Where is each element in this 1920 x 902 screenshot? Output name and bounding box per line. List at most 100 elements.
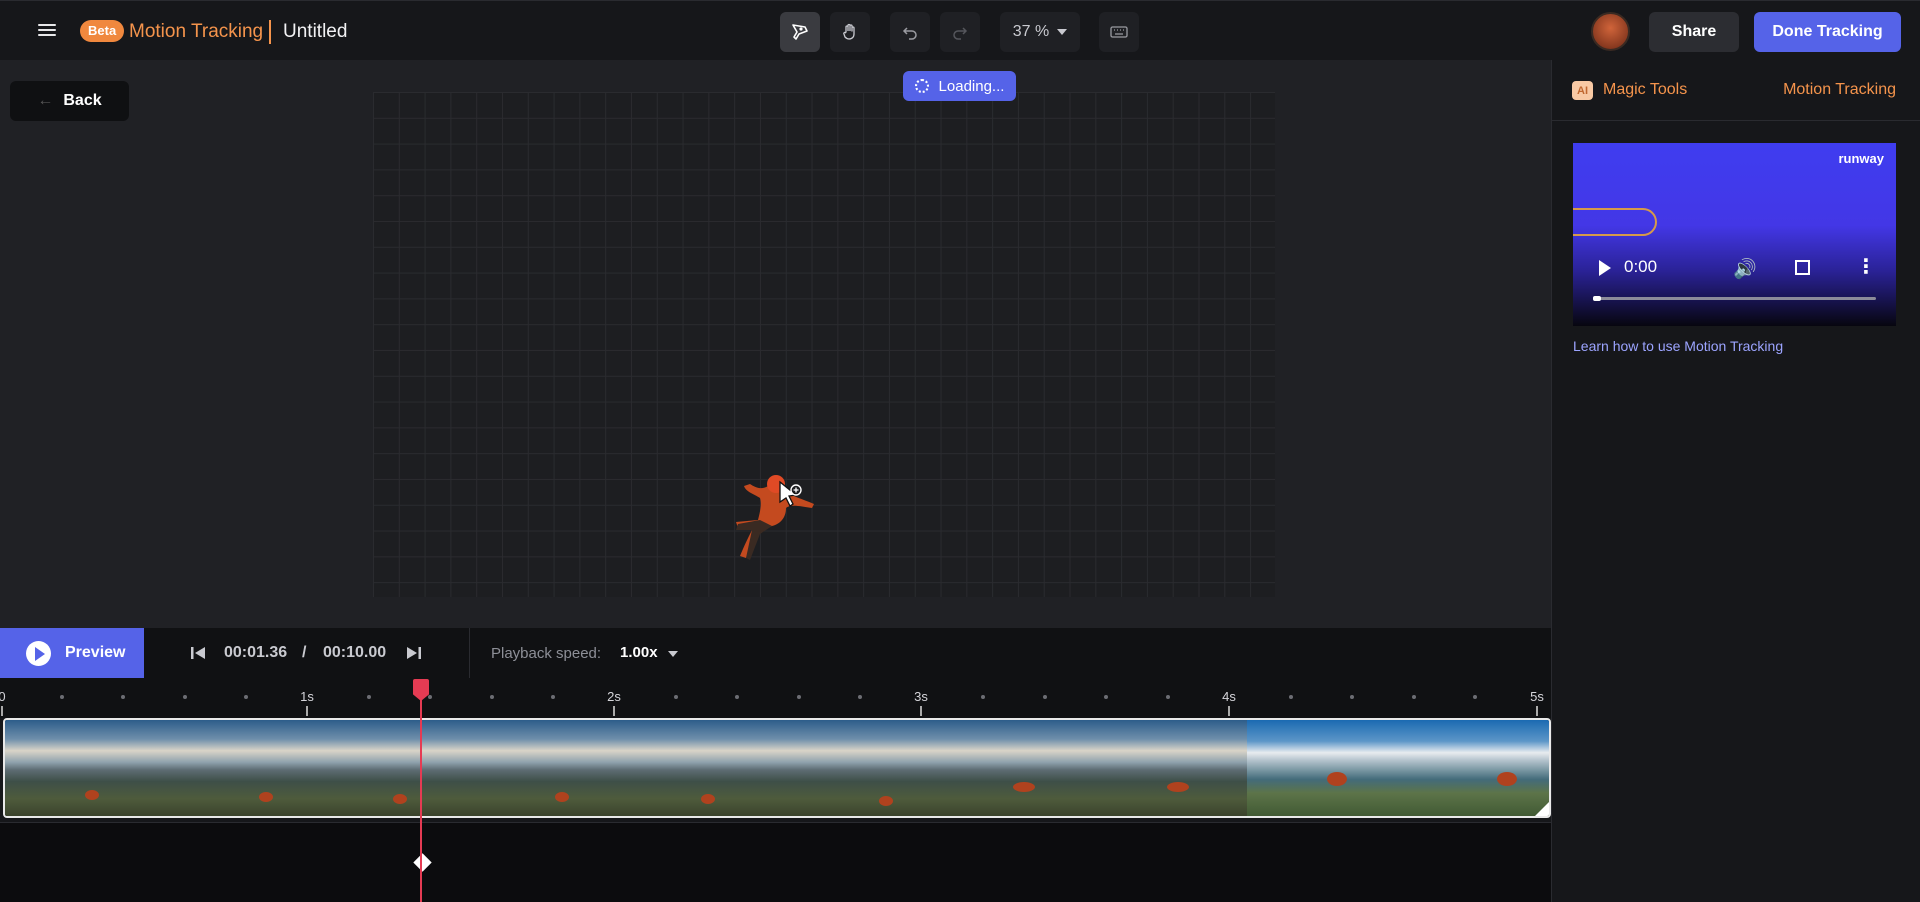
clip-thumbnail: [495, 720, 627, 816]
video-controls: 0:00 🔊 ⋮: [1573, 251, 1896, 285]
spinner-icon: [914, 79, 929, 93]
keyboard-shortcuts-button[interactable]: [1099, 12, 1139, 52]
video-clip-filmstrip[interactable]: [3, 718, 1551, 818]
fullscreen-icon[interactable]: [1795, 259, 1810, 276]
ruler-minor-tick: [735, 695, 739, 699]
undo-icon: [902, 27, 917, 40]
track-divider: [0, 822, 1551, 823]
loading-label: Loading...: [938, 77, 1005, 95]
ruler-label: 5s: [1530, 689, 1544, 704]
clip-thumbnail: [627, 720, 805, 816]
undo-button[interactable]: [890, 12, 930, 52]
clip-thumbnail: [1115, 720, 1247, 816]
ruler-minor-tick: [1350, 695, 1354, 699]
ruler-minor-tick: [1166, 695, 1170, 699]
ruler-minor-tick: [797, 695, 801, 699]
ruler-minor-tick: [1289, 695, 1293, 699]
clip-thumbnail: [805, 720, 937, 816]
learn-motion-tracking-link[interactable]: Learn how to use Motion Tracking: [1573, 338, 1783, 354]
preview-button[interactable]: Preview: [0, 628, 144, 678]
playback-speed-label: Playback speed:: [491, 645, 602, 662]
ruler-minor-tick: [490, 695, 494, 699]
time-separator: /: [302, 644, 307, 661]
clip-thumbnail: [185, 720, 317, 816]
document-title[interactable]: Untitled: [283, 20, 347, 44]
ruler-minor-tick: [1412, 695, 1416, 699]
ruler-minor-tick: [183, 695, 187, 699]
clip-thumbnail: [317, 720, 495, 816]
volume-icon[interactable]: 🔊: [1733, 257, 1757, 281]
thumbnail-subject: [555, 792, 569, 802]
video-progress-bar[interactable]: [1593, 296, 1876, 301]
video-graphic-pill: [1573, 208, 1657, 236]
motion-tracking-breadcrumb[interactable]: Motion Tracking: [1783, 81, 1896, 99]
thumbnail-subject: [85, 790, 99, 800]
skydiver-subject[interactable]: [720, 468, 830, 578]
skip-back-icon[interactable]: [190, 645, 206, 661]
clip-thumbnail: [1425, 720, 1549, 816]
side-panel-header: AI Magic Tools Motion Tracking: [1552, 60, 1920, 121]
timeline-ruler[interactable]: 0 1s 2s 3s 4s 5s: [0, 678, 1551, 718]
side-panel: AI Magic Tools Motion Tracking runway 0:…: [1551, 60, 1920, 902]
total-time: 00:10.00: [323, 644, 387, 661]
keyboard-icon: [1110, 26, 1128, 38]
done-tracking-button[interactable]: Done Tracking: [1754, 12, 1901, 52]
top-bar: Beta Motion Tracking Untitled 37 % Share…: [0, 0, 1920, 60]
ruler-minor-tick: [858, 695, 862, 699]
back-button[interactable]: ← Back: [10, 81, 129, 121]
thumbnail-subject: [1013, 782, 1035, 792]
thumbnail-subject: [879, 796, 893, 806]
ruler-minor-tick: [1043, 695, 1047, 699]
thumbnail-subject: [1327, 772, 1347, 786]
tracking-pen-icon: [792, 24, 808, 40]
playback-speed-dropdown[interactable]: 1.00x: [620, 644, 658, 661]
skip-forward-icon[interactable]: [406, 645, 422, 661]
zoom-dropdown[interactable]: 37 %: [1000, 12, 1080, 52]
ruler-minor-tick: [1104, 695, 1108, 699]
magic-tools-link[interactable]: Magic Tools: [1603, 81, 1687, 99]
thumbnail-subject: [701, 794, 715, 804]
menu-icon[interactable]: [36, 21, 58, 41]
ruler-major-tick: [1228, 706, 1230, 716]
redo-icon: [953, 27, 968, 40]
redo-button[interactable]: [940, 12, 980, 52]
video-progress-knob[interactable]: [1593, 296, 1601, 301]
playhead-line: [420, 698, 422, 902]
ruler-label: 0: [0, 689, 6, 704]
hand-icon: [843, 23, 855, 40]
ruler-major-tick: [1, 706, 3, 716]
ruler-minor-tick: [981, 695, 985, 699]
chevron-down-icon: [1057, 29, 1068, 35]
video-time: 0:00: [1624, 257, 1658, 276]
clip-trim-handle[interactable]: [1535, 802, 1549, 816]
ruler-major-tick: [613, 706, 615, 716]
tracking-track[interactable]: [0, 822, 1551, 902]
ruler-minor-tick: [674, 695, 678, 699]
avatar[interactable]: [1591, 12, 1630, 51]
ruler-major-tick: [306, 706, 308, 716]
thumbnail-subject: [393, 794, 407, 804]
thumbnail-subject: [1167, 782, 1189, 792]
ruler-minor-tick: [60, 695, 64, 699]
ruler-minor-tick: [1473, 695, 1477, 699]
tracking-pen-tool-button[interactable]: [780, 12, 820, 52]
share-button[interactable]: Share: [1649, 12, 1739, 52]
chevron-down-icon[interactable]: [668, 651, 678, 657]
current-time: 00:01.36: [224, 644, 288, 661]
clip-thumbnail: [1247, 720, 1425, 816]
controls-divider: [469, 628, 470, 678]
hand-tool-button[interactable]: [830, 12, 870, 52]
ruler-minor-tick: [428, 695, 432, 699]
arrow-left-icon: ←: [37, 92, 54, 109]
play-icon[interactable]: [1599, 260, 1611, 276]
loading-indicator: Loading...: [903, 71, 1016, 101]
tutorial-video-player[interactable]: runway 0:00 🔊 ⋮: [1573, 143, 1896, 326]
ruler-minor-tick: [121, 695, 125, 699]
clip-thumbnail: [5, 720, 185, 816]
thumbnail-subject: [259, 792, 273, 802]
play-circle-icon: [26, 640, 51, 666]
ruler-minor-tick: [244, 695, 248, 699]
ruler-minor-tick: [551, 695, 555, 699]
more-options-icon[interactable]: ⋮: [1856, 253, 1876, 281]
keyframe-marker[interactable]: [413, 853, 432, 872]
